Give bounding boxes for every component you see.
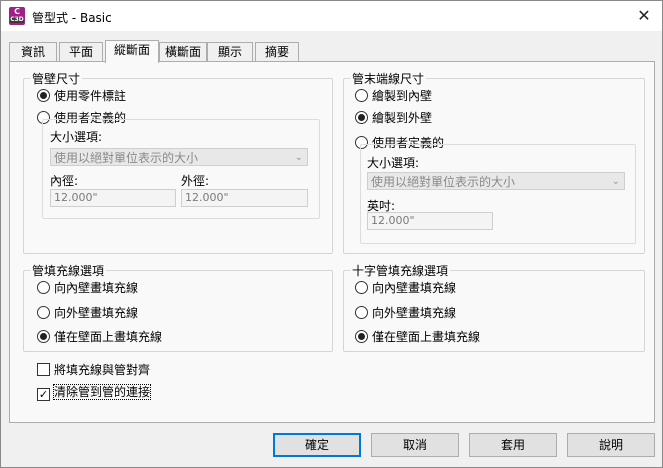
end-line-size-option-value: 使用以絕對單位表示的大小 <box>371 175 516 189</box>
wall-size-option-label: 使用零件標註 <box>54 89 127 103</box>
cross-hatch-option-wall-only[interactable]: 僅在壁面上畫填充線 <box>355 329 480 345</box>
tab-summary[interactable]: 摘要 <box>255 42 299 62</box>
align-hatch-checkbox[interactable]: 將填充線與管對齊 <box>37 362 150 378</box>
radio-selected-icon <box>355 330 368 343</box>
tab-plan[interactable]: 平面 <box>59 42 103 62</box>
outer-diameter-label: 外徑: <box>181 174 210 188</box>
radio-unselected-icon <box>355 89 368 102</box>
clean-connection-label: 清除管到管的連接 <box>52 384 152 400</box>
chevron-down-icon: ⌄ <box>294 152 303 163</box>
pipe-style-dialog: C C3D 管型式 - Basic ✕ 資訊 平面 縱斷面 橫斷面 顯示 摘要 … <box>0 0 663 468</box>
end-line-option-inner[interactable]: 繪製到內壁 <box>355 88 432 104</box>
end-line-size-option-select[interactable]: 使用以絕對單位表示的大小 ⌄ <box>367 172 625 190</box>
cross-hatch-options-title: 十字管填充線選項 <box>352 264 449 278</box>
hatch-option-label: 僅在壁面上畫填充線 <box>54 330 163 344</box>
tab-info[interactable]: 資訊 <box>9 42 57 62</box>
hatch-options-title: 管填充線選項 <box>32 264 105 278</box>
outer-diameter-input[interactable]: 12.000" <box>181 189 308 207</box>
inner-diameter-label: 內徑: <box>50 174 79 188</box>
radio-selected-icon <box>355 111 368 124</box>
cross-hatch-option-outer[interactable]: 向外壁畫填充線 <box>355 305 456 321</box>
inch-input[interactable]: 12.000" <box>367 212 493 230</box>
radio-selected-icon <box>37 330 50 343</box>
cross-hatch-option-label: 向外壁畫填充線 <box>372 306 457 320</box>
end-line-size-title: 管末端線尺寸 <box>352 72 425 86</box>
help-button[interactable]: 說明 <box>567 433 655 457</box>
checkbox-unchecked-icon <box>37 363 50 376</box>
hatch-option-wall-only[interactable]: 僅在壁面上畫填充線 <box>37 329 162 345</box>
radio-unselected-icon <box>355 281 368 294</box>
end-line-option-label: 繪製到外壁 <box>372 111 433 125</box>
tab-panel-profile: 管壁尺寸 使用零件標註 使用者定義的 大小選項: 使用以絕對單位表示的大小 ⌄ … <box>9 61 655 423</box>
clean-connection-checkbox[interactable]: ✓ 清除管到管的連接 <box>37 384 152 401</box>
radio-selected-icon <box>37 89 50 102</box>
close-icon[interactable]: ✕ <box>634 7 654 27</box>
tab-profile[interactable]: 縱斷面 <box>105 40 159 63</box>
wall-size-option-value: 使用以絕對單位表示的大小 <box>54 151 199 165</box>
wall-size-option-title: 大小選項: <box>50 130 103 144</box>
app-icon-letter: C <box>14 7 20 16</box>
cross-hatch-option-label: 僅在壁面上畫填充線 <box>372 330 481 344</box>
cross-hatch-option-label: 向內壁畫填充線 <box>372 281 457 295</box>
cancel-button[interactable]: 取消 <box>371 433 459 457</box>
wall-size-option-part[interactable]: 使用零件標註 <box>37 88 126 104</box>
checkmark-icon: ✓ <box>37 388 50 401</box>
end-line-option-outer[interactable]: 繪製到外壁 <box>355 110 432 126</box>
tab-display[interactable]: 顯示 <box>207 42 253 62</box>
wall-size-option-select[interactable]: 使用以絕對單位表示的大小 ⌄ <box>50 148 308 166</box>
end-line-size-option-title: 大小選項: <box>367 156 420 170</box>
civil3d-app-icon: C C3D <box>9 7 25 25</box>
radio-unselected-icon <box>37 281 50 294</box>
window-title: 管型式 - Basic <box>32 11 112 25</box>
align-hatch-label: 將填充線與管對齊 <box>54 363 151 377</box>
tab-section[interactable]: 橫斷面 <box>159 42 207 62</box>
hatch-option-label: 向外壁畫填充線 <box>54 306 139 320</box>
radio-unselected-icon <box>355 306 368 319</box>
ok-button[interactable]: 確定 <box>273 433 361 457</box>
hatch-option-outer[interactable]: 向外壁畫填充線 <box>37 305 138 321</box>
end-line-option-label: 繪製到內壁 <box>372 89 433 103</box>
hatch-option-label: 向內壁畫填充線 <box>54 281 139 295</box>
cross-hatch-option-inner[interactable]: 向內壁畫填充線 <box>355 280 456 296</box>
app-icon-sub: C3D <box>10 16 24 23</box>
chevron-down-icon: ⌄ <box>611 176 620 187</box>
radio-unselected-icon <box>37 306 50 319</box>
inner-diameter-input[interactable]: 12.000" <box>50 189 176 207</box>
wall-size-title: 管壁尺寸 <box>32 72 81 86</box>
title-bar: C C3D 管型式 - Basic ✕ <box>1 1 662 31</box>
apply-button[interactable]: 套用 <box>469 433 557 457</box>
hatch-option-inner[interactable]: 向內壁畫填充線 <box>37 280 138 296</box>
